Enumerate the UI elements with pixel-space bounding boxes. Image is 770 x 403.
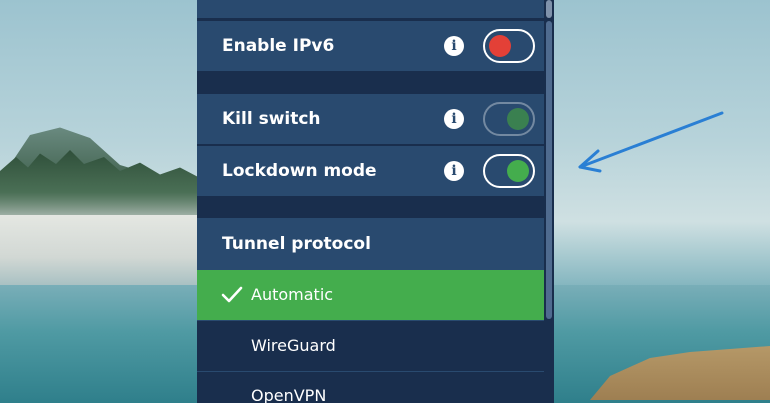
setting-label: Enable IPv6 <box>222 36 335 56</box>
tunnel-protocol-header[interactable]: Tunnel protocol <box>197 218 544 270</box>
info-icon[interactable]: i <box>444 36 464 56</box>
setting-label: Lockdown mode <box>222 161 377 181</box>
info-icon[interactable]: i <box>444 109 464 129</box>
vpn-settings-panel: Enable IPv6 i Kill switch i Lockdown mod… <box>197 0 554 403</box>
tunnel-option-automatic[interactable]: Automatic <box>197 270 544 320</box>
setting-row-enable-ipv6: Enable IPv6 i <box>197 21 544 71</box>
toggle-knob <box>507 160 529 182</box>
previous-row-fragment <box>197 0 544 18</box>
tunnel-option-openvpn[interactable]: OpenVPN <box>197 372 544 403</box>
setting-label: Kill switch <box>222 109 321 129</box>
toggle-knob <box>507 108 529 130</box>
checkmark-icon <box>221 286 243 303</box>
enable-ipv6-toggle[interactable] <box>483 29 535 63</box>
tunnel-option-wireguard[interactable]: WireGuard <box>197 321 544 371</box>
arrow-annotation-icon <box>578 111 724 173</box>
background-snowfield <box>0 215 200 285</box>
scrollbar-track[interactable] <box>544 0 554 403</box>
setting-row-lockdown-mode: Lockdown mode i <box>197 146 544 196</box>
scrollbar-thumb[interactable] <box>546 0 552 18</box>
option-label: WireGuard <box>251 336 336 355</box>
option-label: Automatic <box>251 285 334 304</box>
kill-switch-toggle <box>483 102 535 136</box>
lockdown-mode-toggle[interactable] <box>483 154 535 188</box>
info-icon[interactable]: i <box>444 161 464 181</box>
toggle-knob <box>489 35 511 57</box>
section-heading: Tunnel protocol <box>222 234 371 254</box>
setting-row-kill-switch: Kill switch i <box>197 94 544 144</box>
option-label: OpenVPN <box>251 386 327 403</box>
scrollbar-thumb[interactable] <box>546 21 552 319</box>
